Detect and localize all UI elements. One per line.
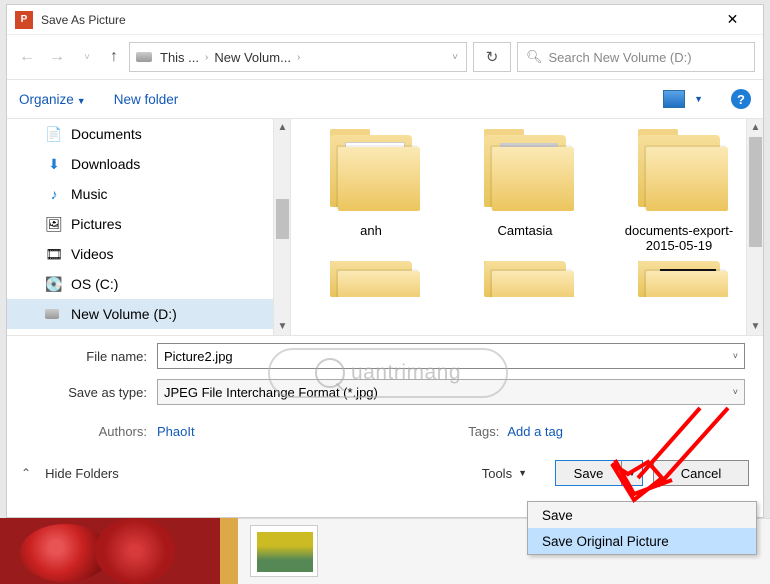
explorer-body: 📄 Documents ⬇ Downloads ♪ Music 🖼 Pictur… [7,119,763,335]
folder-item[interactable] [613,261,745,297]
view-icon [663,90,685,108]
folder-icon [470,261,580,297]
scroll-down-icon[interactable]: ▼ [747,318,764,335]
save-dropdown-menu: Save Save Original Picture [527,501,757,555]
search-placeholder: Search New Volume (D:) [549,50,692,65]
save-dropdown-toggle[interactable]: ▼ [622,461,642,485]
disk-icon: 💽 [45,275,63,293]
folder-content: anh Camtasia documents-export-2015- [291,119,763,335]
download-icon: ⬇ [45,155,63,173]
folder-item[interactable]: Camtasia [459,129,591,253]
folder-item[interactable] [305,261,437,297]
address-bar[interactable]: This ... › New Volum... › ˅ [129,42,467,72]
new-folder-button[interactable]: New folder [114,92,179,107]
tools-menu[interactable]: Tools▼ [482,466,527,481]
forward-button[interactable]: → [45,45,69,69]
chevron-right-icon[interactable]: › [203,52,210,63]
scroll-up-icon[interactable]: ▲ [274,119,291,136]
authors-label: Authors: [7,424,157,439]
drive-icon [136,52,152,62]
save-button[interactable]: Save [556,461,622,485]
tree-item-videos[interactable]: 🎞 Videos [7,239,290,269]
back-button[interactable]: ← [15,45,39,69]
drive-icon [45,305,63,323]
dropdown-item-save[interactable]: Save [528,502,756,528]
tree-item-documents[interactable]: 📄 Documents [7,119,290,149]
authors-value[interactable]: PhaoIt [157,424,195,439]
save-as-type-select[interactable]: JPEG File Interchange Format (*.jpg) ˅ [157,379,745,405]
folder-item[interactable] [459,261,591,297]
save-split-button[interactable]: Save ▼ [555,460,643,486]
folder-icon [316,129,426,217]
tree-item-music[interactable]: ♪ Music [7,179,290,209]
tags-value[interactable]: Add a tag [507,424,563,439]
tree-item-pictures[interactable]: 🖼 Pictures [7,209,290,239]
tree-scrollbar[interactable]: ▲ ▼ [273,119,290,335]
folder-icon [470,129,580,217]
toolbar: Organize▼ New folder ▼ ? [7,79,763,119]
window-title: Save As Picture [41,13,710,27]
slide-thumbnail[interactable] [250,525,318,577]
dropdown-item-save-original[interactable]: Save Original Picture [528,528,756,554]
folder-label: documents-export-2015-05-19 [613,223,745,253]
scroll-thumb[interactable] [276,199,289,239]
folder-item[interactable]: anh [305,129,437,253]
address-dropdown[interactable]: ˅ [450,52,460,63]
hide-folders-button[interactable]: Hide Folders [45,466,119,481]
navigation-tree: 📄 Documents ⬇ Downloads ♪ Music 🖼 Pictur… [7,119,291,335]
chevron-right-icon[interactable]: › [295,52,302,63]
pictures-icon: 🖼 [45,215,63,233]
navigation-bar: ← → ˅ ↑ This ... › New Volum... › ˅ ↻ 🔍︎… [7,35,763,79]
folder-label: anh [305,223,437,238]
view-menu[interactable]: ▼ [663,90,703,108]
scroll-thumb[interactable] [749,137,762,247]
cancel-button[interactable]: Cancel [653,460,749,486]
organize-menu[interactable]: Organize▼ [19,92,86,107]
tree-item-new-volume-d[interactable]: New Volume (D:) [7,299,290,329]
up-button[interactable]: ↑ [105,48,123,66]
search-icon: 🔍︎ [526,49,543,65]
powerpoint-icon: P [15,11,33,29]
tags-label: Tags: [468,424,499,439]
folder-icon [624,261,734,297]
recent-chevron-icon[interactable]: ˅ [75,45,99,69]
titlebar: P Save As Picture ✕ [7,5,763,35]
refresh-button[interactable]: ↻ [473,42,511,72]
breadcrumb-seg-2[interactable]: New Volum... [214,50,291,65]
bg-photo-thumbnail [0,518,220,584]
videos-icon: 🎞 [45,245,63,263]
breadcrumb-seg-1[interactable]: This ... [160,50,199,65]
close-button[interactable]: ✕ [710,5,755,35]
scroll-down-icon[interactable]: ▼ [274,318,291,335]
folder-label: Camtasia [459,223,591,238]
file-name-label: File name: [7,349,157,364]
folder-icon [316,261,426,297]
scroll-up-icon[interactable]: ▲ [747,119,764,136]
dialog-footer: ⌃ Hide Folders Tools▼ Save ▼ Cancel [7,446,763,500]
chevron-down-icon[interactable]: ˅ [733,351,738,361]
chevron-down-icon[interactable]: ˅ [733,387,738,397]
document-icon: 📄 [45,125,63,143]
search-input[interactable]: 🔍︎ Search New Volume (D:) [517,42,755,72]
tree-item-os-c[interactable]: 💽 OS (C:) [7,269,290,299]
tree-item-downloads[interactable]: ⬇ Downloads [7,149,290,179]
music-icon: ♪ [45,185,63,203]
form-area: File name: Picture2.jpg ˅ Save as type: … [7,335,763,446]
save-as-type-label: Save as type: [7,385,157,400]
save-as-dialog: P Save As Picture ✕ ← → ˅ ↑ This ... › N… [6,4,764,518]
help-button[interactable]: ? [731,89,751,109]
folder-icon [624,129,734,217]
chevron-up-icon: ⌃ [21,466,31,480]
content-scrollbar[interactable]: ▲ ▼ [746,119,763,335]
folder-item[interactable]: documents-export-2015-05-19 [613,129,745,253]
file-name-input[interactable]: Picture2.jpg ˅ [157,343,745,369]
